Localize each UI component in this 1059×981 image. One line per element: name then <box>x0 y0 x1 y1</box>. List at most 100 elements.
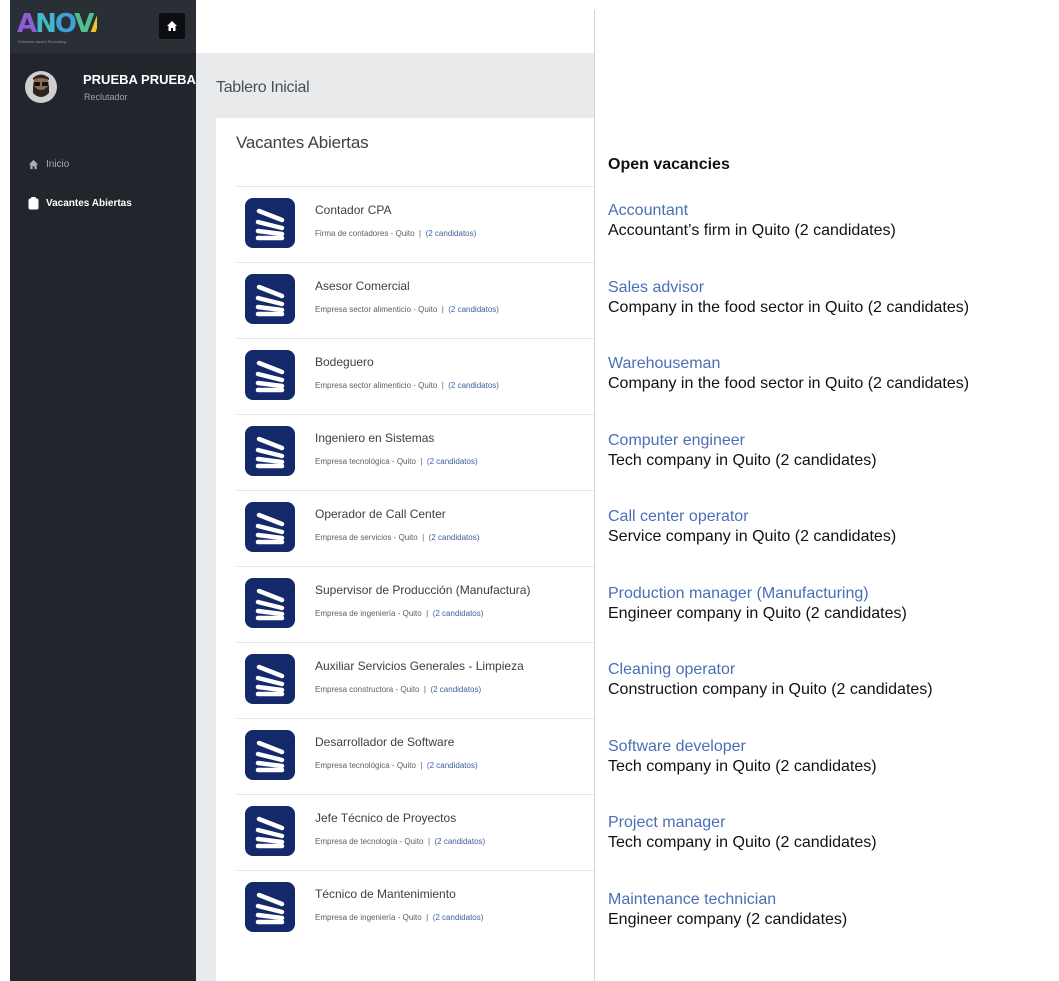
vacancy-details: Empresa sector alimenticio - Quito | (2 … <box>315 381 499 390</box>
company-logo-icon <box>245 578 295 628</box>
translation-title: Project manager <box>608 814 726 831</box>
company-logo-icon <box>245 882 295 932</box>
vacancy-details: Empresa de ingeniería - Quito | (2 candi… <box>315 609 483 618</box>
vacancy-item[interactable]: Operador de Call Center Empresa de servic… <box>236 491 594 567</box>
translation-item: Software developer Tech company in Quito … <box>608 738 1059 776</box>
vacancy-item[interactable]: Técnico de Mantenimiento Empresa de ingen… <box>236 871 594 946</box>
vacancy-item[interactable]: Bodeguero Empresa sector alimenticio - Qu… <box>236 339 594 415</box>
vacancy-company: Empresa de servicios - Quito <box>315 533 418 542</box>
user-role: Reclutador <box>84 92 128 102</box>
vacancy-company: Empresa de tecnología - Quito <box>315 837 424 846</box>
vacancy-candidates-link[interactable]: (2 candidatos) <box>448 381 499 390</box>
vacancy-title[interactable]: Desarrollador de Software <box>315 735 454 749</box>
top-bar <box>196 0 594 53</box>
vacancy-candidates-link[interactable]: (2 candidatos) <box>448 305 499 314</box>
vacancy-candidates-link[interactable]: (2 candidatos) <box>433 913 484 922</box>
vacancy-company: Empresa constructora - Quito <box>315 685 420 694</box>
company-logo-icon <box>245 426 295 476</box>
vacancy-candidates-link[interactable]: (2 candidatos) <box>427 457 478 466</box>
vacancy-item[interactable]: Desarrollador de Software Empresa tecnoló… <box>236 719 594 795</box>
vacancy-candidates-link[interactable]: (2 candidatos) <box>430 685 481 694</box>
vacancy-company: Empresa de ingeniería - Quito <box>315 609 422 618</box>
vacancy-candidates-link[interactable]: (2 candidatos) <box>426 229 477 238</box>
sidebar-item-inicio[interactable]: Inicio <box>27 158 69 170</box>
sidebar: ANOVA Evidence-based Recruiting <box>10 0 196 981</box>
anova-logo-mark: ANOVA <box>17 9 113 39</box>
company-logo-icon <box>245 274 295 324</box>
translation-desc: Tech company in Quito (2 candidates) <box>608 834 877 851</box>
logo-tagline: Evidence-based Recruiting <box>18 39 66 44</box>
vacancy-candidates-link[interactable]: (2 candidatos) <box>434 837 485 846</box>
logo-bar: ANOVA Evidence-based Recruiting <box>10 0 196 53</box>
vacancy-item[interactable]: Supervisor de Producción (Manufactura) Em… <box>236 567 594 643</box>
vacancy-item[interactable]: Jefe Técnico de Proyectos Empresa de tecn… <box>236 795 594 871</box>
translation-title: Production manager (Manufacturing) <box>608 584 869 602</box>
vacancy-title[interactable]: Operador de Call Center <box>315 507 446 521</box>
vacancy-item[interactable]: Ingeniero en Sistemas Empresa tecnológica… <box>236 415 594 491</box>
app-screenshot: ANOVA Evidence-based Recruiting <box>10 0 594 981</box>
translation-item: Maintenance technician Engineer company (… <box>608 891 1059 929</box>
vacancy-candidates-link[interactable]: (2 candidatos) <box>429 533 480 542</box>
translation-item: Computer engineer Tech company in Quito (… <box>608 432 1059 470</box>
vacancy-candidates-link[interactable]: (2 candidatos) <box>433 609 484 618</box>
sidebar-item-label: Vacantes Abiertas <box>46 197 132 209</box>
vacancy-details: Empresa sector alimenticio - Quito | (2 … <box>315 305 499 314</box>
vacancy-title[interactable]: Contador CPA <box>315 203 391 217</box>
translation-desc: Service company in Quito (2 candidates) <box>608 528 897 545</box>
translation-panel: Open vacancies Accountant Accountant’s fi… <box>608 0 1059 981</box>
separator: | <box>421 913 433 922</box>
translation-desc: Engineer company (2 candidates) <box>608 910 848 928</box>
company-logo-icon <box>245 730 295 780</box>
company-logo-icon <box>245 654 295 704</box>
avatar[interactable] <box>25 71 57 103</box>
translation-title: Maintenance technician <box>608 890 777 908</box>
home-icon <box>167 21 177 31</box>
separator: | <box>437 305 449 314</box>
vacancy-item[interactable]: Asesor Comercial Empresa sector alimentic… <box>236 263 594 339</box>
card-title: Vacantes Abiertas <box>236 133 369 152</box>
translation-heading: Open vacancies <box>608 156 730 173</box>
vacancy-title[interactable]: Auxiliar Servicios Generales - Limpieza <box>315 659 524 673</box>
vacancy-company: Empresa sector alimenticio - Quito <box>315 305 438 314</box>
vacancy-title[interactable]: Técnico de Mantenimiento <box>315 887 456 901</box>
vacancy-title[interactable]: Bodeguero <box>315 355 374 369</box>
separator: | <box>419 685 431 694</box>
anova-logo[interactable]: ANOVA Evidence-based Recruiting <box>17 8 113 48</box>
vacancy-company: Empresa tecnológica - Quito <box>315 457 416 466</box>
translation-title: Software developer <box>608 737 746 755</box>
translation-desc: Engineer company in Quito (2 candidates) <box>608 604 907 622</box>
separator: | <box>415 761 427 770</box>
translation-title: Accountant <box>608 202 689 219</box>
page-title: Tablero Inicial <box>216 79 310 96</box>
avatar-image <box>25 71 57 103</box>
translation-title: Sales advisor <box>608 278 705 296</box>
translation-desc: Company in the food sector in Quito (2 c… <box>608 298 970 316</box>
home-icon <box>27 158 39 170</box>
svg-text:ANOVA: ANOVA <box>17 9 97 38</box>
vacancy-company: Firma de contadores - Quito <box>315 229 415 238</box>
home-button[interactable] <box>159 13 185 39</box>
user-name: PRUEBA PRUEBA <box>83 72 196 87</box>
translation-item: Production manager (Manufacturing) Engine… <box>608 585 1059 623</box>
vacancy-company: Empresa de ingeniería - Quito <box>315 913 422 922</box>
vacancy-item[interactable]: Auxiliar Servicios Generales - Limpieza E… <box>236 643 594 719</box>
vacancy-details: Empresa constructora - Quito | (2 candid… <box>315 685 481 694</box>
vacancy-title[interactable]: Asesor Comercial <box>315 279 410 293</box>
vacancy-title[interactable]: Jefe Técnico de Proyectos <box>315 811 456 825</box>
translation-item: Accountant Accountant’s firm in Quito (2 … <box>608 202 1059 240</box>
translation-item: Cleaning operator Construction company in… <box>608 661 1059 699</box>
translation-item: Warehouseman Company in the food sector … <box>608 355 1059 393</box>
vacancy-title[interactable]: Supervisor de Producción (Manufactura) <box>315 583 530 597</box>
vacancy-details: Firma de contadores - Quito | (2 candida… <box>315 229 476 238</box>
vacancy-title[interactable]: Ingeniero en Sistemas <box>315 431 434 445</box>
vacancy-item[interactable]: Contador CPA Firma de contadores - Quito … <box>236 187 594 263</box>
sidebar-item-vacantes-abiertas[interactable]: Vacantes Abiertas <box>27 196 132 209</box>
company-logo-icon <box>245 198 295 248</box>
user-profile: PRUEBA PRUEBA Reclutador <box>22 70 196 120</box>
vacancy-details: Empresa tecnológica - Quito | (2 candida… <box>315 457 478 466</box>
separator: | <box>423 837 435 846</box>
separator: | <box>437 381 449 390</box>
vacancy-candidates-link[interactable]: (2 candidatos) <box>427 761 478 770</box>
translation-item: Project manager Tech company in Quito (2 … <box>608 814 1059 852</box>
translation-title: Call center operator <box>608 508 749 525</box>
